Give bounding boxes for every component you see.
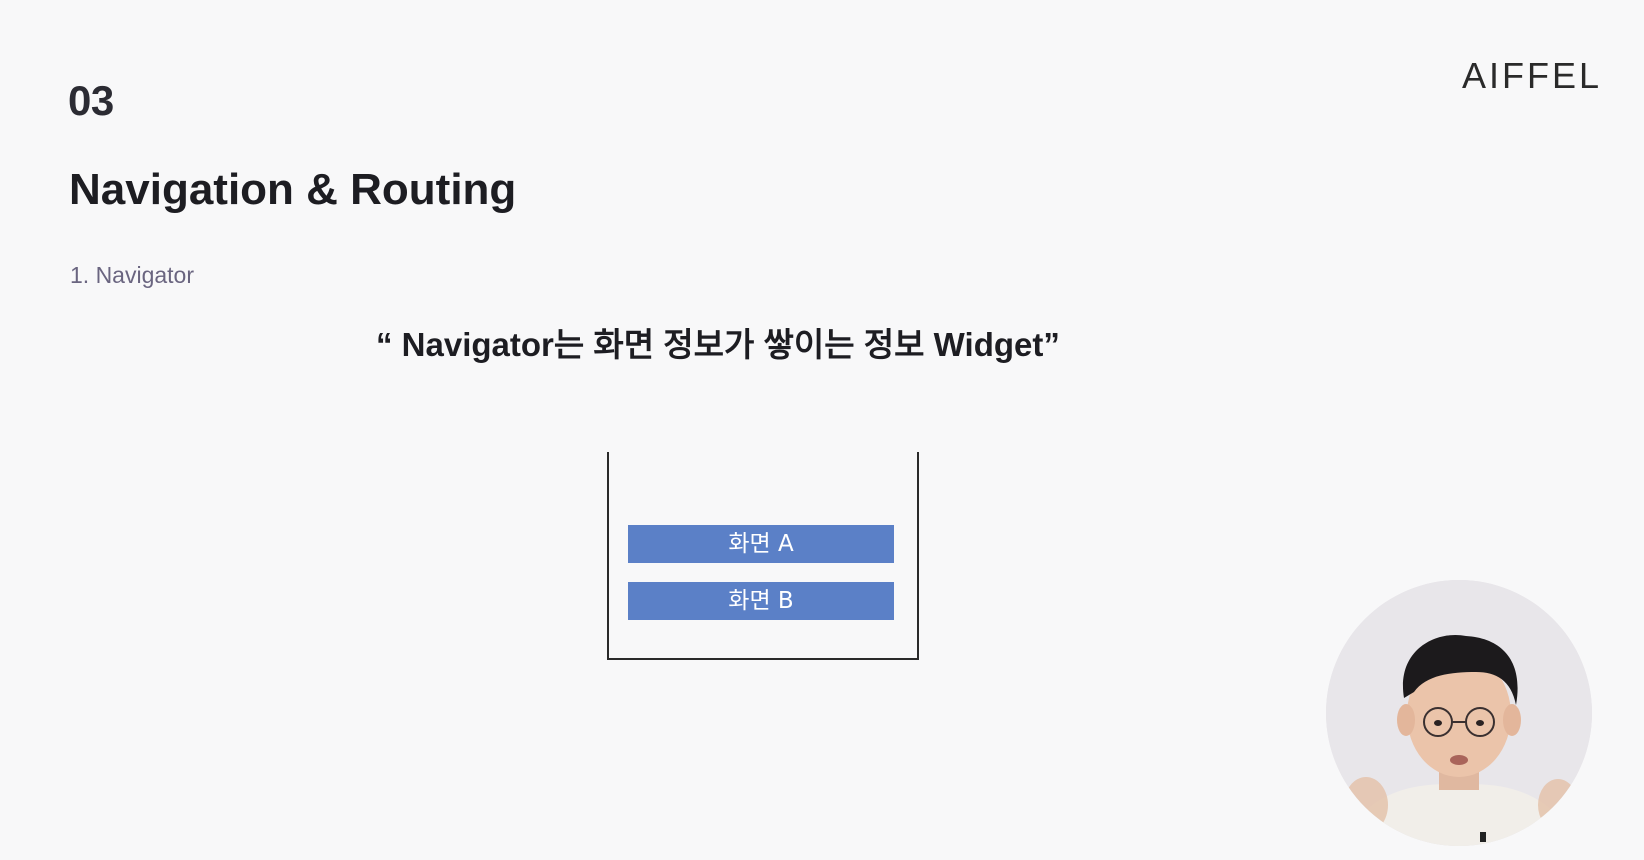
- navigator-stack-diagram: 화면 A 화면 B: [607, 452, 919, 660]
- presenter-webcam: [1326, 580, 1592, 846]
- slide-title: Navigation & Routing: [69, 165, 517, 214]
- slide: 03 AIFFEL Navigation & Routing 1. Naviga…: [0, 0, 1644, 860]
- stack-item-screen-b: 화면 B: [628, 582, 894, 620]
- stack-item-screen-a: 화면 A: [628, 525, 894, 563]
- presenter-illustration: [1326, 580, 1592, 846]
- aiffel-logo: AIFFEL: [1462, 55, 1603, 96]
- quote-text: “ Navigator는 화면 정보가 쌓이는 정보 Widget”: [376, 326, 1060, 363]
- section-number: 03: [68, 77, 114, 124]
- subheading: 1. Navigator: [70, 262, 195, 288]
